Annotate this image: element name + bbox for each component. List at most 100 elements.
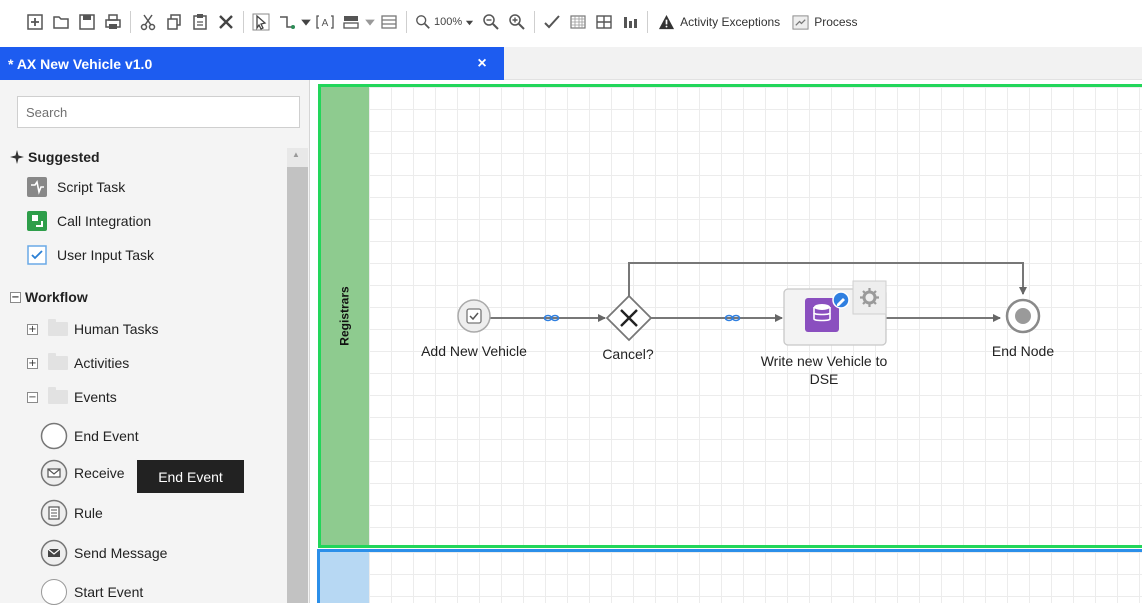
- palette-item-rule[interactable]: Rule: [40, 499, 103, 527]
- lane-icon[interactable]: [338, 9, 364, 35]
- copy-icon[interactable]: [161, 9, 187, 35]
- palette-item-label: User Input Task: [57, 247, 155, 263]
- warning-icon: [659, 14, 675, 29]
- palette-item-call-integration[interactable]: Call Integration: [27, 211, 151, 231]
- task-label-line: Write new Vehicle to: [760, 353, 888, 369]
- palette-item-label: Send Message: [74, 545, 168, 561]
- start-event-node[interactable]: [457, 299, 491, 333]
- rule-icon: [40, 499, 68, 527]
- palette-item-start-event[interactable]: Start Event: [40, 578, 143, 606]
- close-tab-icon[interactable]: ×: [470, 55, 494, 73]
- script-task-icon: [27, 177, 47, 197]
- delete-icon[interactable]: [213, 9, 239, 35]
- chevron-down-icon: [466, 20, 474, 25]
- table-icon[interactable]: [591, 9, 617, 35]
- link-icon[interactable]: [724, 314, 741, 322]
- expand-icon[interactable]: +: [27, 323, 38, 335]
- suggested-header-label: Suggested: [28, 149, 100, 165]
- zoom-icon: [416, 15, 430, 29]
- process-button[interactable]: Process: [786, 14, 863, 31]
- document-tab[interactable]: * AX New Vehicle v1.0 ×: [0, 47, 504, 80]
- lane-label-text: Registrars: [337, 286, 352, 346]
- palette-item-receive[interactable]: Receive: [40, 459, 125, 487]
- end-event-label: End Node: [991, 343, 1055, 359]
- tab-title: * AX New Vehicle v1.0: [8, 55, 153, 72]
- tree-group-activities[interactable]: + Activities: [27, 353, 130, 371]
- zoom-in-icon[interactable]: [504, 9, 530, 35]
- call-integration-icon: [27, 211, 47, 231]
- palette-item-label: Receive: [74, 465, 125, 481]
- toolbar-separator: [406, 11, 407, 33]
- lane-label: Registrars: [320, 87, 369, 545]
- scroll-up-arrow-icon[interactable]: ▲: [292, 150, 300, 159]
- gear-icon[interactable]: [852, 280, 887, 315]
- lane-2[interactable]: [317, 549, 1142, 603]
- start-event-label: Add New Vehicle: [421, 343, 527, 359]
- folder-icon: [48, 353, 68, 370]
- expand-icon[interactable]: +: [27, 357, 38, 369]
- select-icon[interactable]: [248, 9, 274, 35]
- task-label-line: DSE: [809, 371, 839, 387]
- palette-item-label: End Event: [74, 428, 139, 444]
- folder-icon: [48, 319, 68, 336]
- suggested-header: Suggested: [10, 149, 100, 165]
- zoom-control[interactable]: 100%: [411, 14, 478, 30]
- svg-text:A: A: [322, 18, 329, 29]
- receive-message-icon: [40, 459, 68, 487]
- workflow-header-label: Workflow: [25, 289, 88, 305]
- palette-item-script-task[interactable]: Script Task: [27, 177, 125, 197]
- connector-icon[interactable]: [274, 9, 300, 35]
- zoom-out-icon[interactable]: [478, 9, 504, 35]
- palette-item-send-message[interactable]: Send Message: [40, 539, 167, 567]
- chevron-down-icon[interactable]: [364, 9, 376, 35]
- open-folder-icon[interactable]: [48, 9, 74, 35]
- process-label: Process: [814, 15, 858, 29]
- print-icon[interactable]: [100, 9, 126, 35]
- folder-icon: [48, 387, 68, 404]
- toolbar: A 100% Activity Exceptions Process: [0, 0, 1142, 44]
- text-annotation-icon[interactable]: A: [312, 9, 338, 35]
- tree-group-events[interactable]: − Events: [27, 387, 117, 405]
- chevron-down-icon[interactable]: [300, 9, 312, 35]
- save-icon[interactable]: [74, 9, 100, 35]
- start-event-icon: [40, 578, 68, 606]
- validate-check-icon[interactable]: [539, 9, 565, 35]
- workflow-header[interactable]: − Workflow: [10, 289, 88, 305]
- user-input-task-icon: [27, 245, 47, 265]
- collapse-icon[interactable]: −: [10, 291, 21, 303]
- scrollbar-thumb[interactable]: [287, 167, 308, 603]
- collapse-icon[interactable]: −: [27, 391, 38, 403]
- gateway-label: Cancel?: [602, 346, 654, 362]
- sparkle-icon: [10, 150, 24, 164]
- end-event-node[interactable]: [1005, 298, 1041, 334]
- palette-item-end-event[interactable]: End Event: [40, 422, 139, 450]
- tree-group-human-tasks[interactable]: + Human Tasks: [27, 319, 159, 337]
- palette-sidebar: Suggested Script Task Call Integration U…: [0, 80, 310, 606]
- swimlane-icon[interactable]: [376, 9, 402, 35]
- bar-chart-icon[interactable]: [617, 9, 643, 35]
- activity-exceptions-button[interactable]: Activity Exceptions: [652, 14, 786, 31]
- task-label: Write new Vehicle to DSE: [736, 352, 912, 388]
- paste-icon[interactable]: [187, 9, 213, 35]
- tree-group-label: Activities: [74, 355, 130, 371]
- add-icon[interactable]: [22, 9, 48, 35]
- palette-item-label: Start Event: [74, 584, 144, 600]
- toolbar-separator: [534, 11, 536, 33]
- cut-icon[interactable]: [135, 9, 161, 35]
- send-message-icon: [40, 539, 68, 567]
- palette-item-user-input-task[interactable]: User Input Task: [27, 245, 154, 265]
- toolbar-separator: [647, 11, 649, 33]
- tree-group-label: Events: [74, 389, 117, 405]
- link-icon[interactable]: [543, 314, 560, 322]
- zoom-value: 100%: [434, 16, 463, 28]
- search-input[interactable]: [17, 96, 300, 128]
- palette-item-label: Script Task: [57, 179, 126, 195]
- toolbar-separator: [243, 11, 244, 33]
- toolbar-separator: [130, 11, 131, 33]
- tree-group-label: Human Tasks: [74, 321, 159, 337]
- tab-strip: [504, 47, 1142, 80]
- palette-item-label: Call Integration: [57, 213, 152, 229]
- palette-item-label: Rule: [74, 505, 103, 521]
- grid-icon[interactable]: [565, 9, 591, 35]
- tooltip: End Event: [137, 460, 244, 493]
